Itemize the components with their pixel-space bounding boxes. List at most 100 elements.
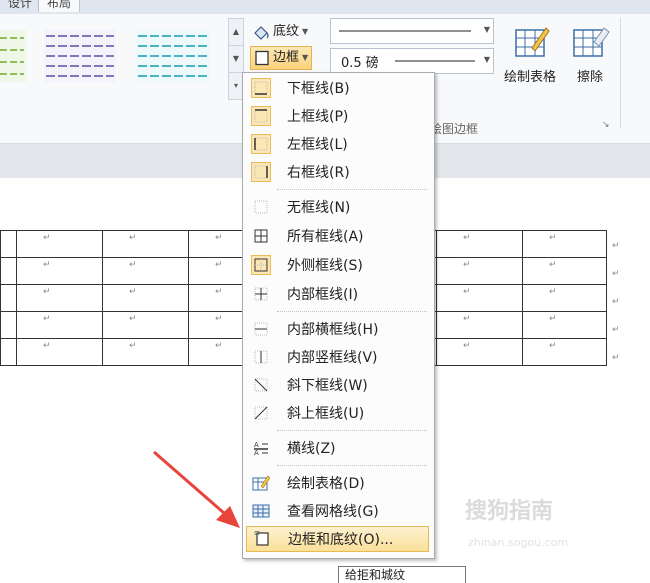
table-cell[interactable]: ↵ [436,311,523,339]
pen-style-line [339,30,471,32]
border-icon [255,50,269,66]
table-cell[interactable]: ↵ [436,230,523,258]
gallery-up-icon[interactable]: ▲ [229,19,243,45]
view-gridlines-icon [251,501,271,521]
table-cell[interactable]: ↵ [522,257,607,285]
menu-item-view-gridlines[interactable]: 查看网格线(G) [246,498,429,524]
table-cell[interactable]: ↵ [102,257,189,285]
border-dropdown-menu: 下框线(B) 上框线(P) 左框线(L) 右框线(R) 无框线(N) 所有框线(… [242,72,435,559]
draw-table-label: 绘制表格 [503,70,556,85]
pen-style-select[interactable]: ▼ [330,18,494,44]
table-cell[interactable]: ↵ [188,230,249,258]
borders-shading-icon [252,529,272,549]
shading-dropdown-icon: ▼ [302,27,309,36]
no-border-icon [251,197,271,217]
table-cell[interactable]: ↵ [436,257,523,285]
table-cell[interactable]: ↵ [188,338,249,366]
table-cell[interactable]: ↵ [188,284,249,312]
red-arrow-icon [153,450,240,528]
inside-vertical-border-icon [251,347,271,367]
left-border-icon [251,134,271,154]
menu-separator [277,311,427,312]
inside-borders-icon [251,284,271,304]
menu-item-all-borders[interactable]: 所有框线(A) [246,223,429,249]
menu-item-right-border[interactable]: 右框线(R) [246,159,429,185]
menu-item-borders-and-shading[interactable]: 边框和底纹(O)... [246,526,429,552]
table-cell[interactable]: ↵ [522,311,607,339]
menu-item-outside-borders[interactable]: 外侧框线(S) [246,252,429,278]
diagonal-up-border-icon [251,403,271,423]
table-cell[interactable]: ↵ [522,230,607,258]
menu-item-top-border[interactable]: 上框线(P) [246,103,429,129]
row-end-marks: ↵ ↵ ↵ ↵ ↵ [612,241,620,363]
all-borders-icon [251,226,271,246]
outside-borders-icon [251,255,271,275]
menu-item-inside-horizontal[interactable]: 内部横框线(H) [246,316,429,342]
table-style-thumb-cyan[interactable] [136,30,210,82]
menu-item-left-border[interactable]: 左框线(L) [246,131,429,157]
table-cell[interactable]: ↵ [102,311,189,339]
tab-layout[interactable]: 布局 [38,0,81,12]
menu-separator [277,189,427,190]
menu-item-diagonal-up[interactable]: 斜上框线(U) [246,400,429,426]
eraser-button[interactable]: 擦除 [568,22,612,92]
border-label: 边框 [273,50,300,65]
gallery-down-icon[interactable]: ▼ [229,45,243,73]
menu-separator [277,430,427,431]
eraser-label: 擦除 [576,70,603,85]
table-style-thumbnails [0,30,210,82]
menu-item-inside-borders[interactable]: 内部框线(I) [246,281,429,307]
draw-table-button[interactable]: 绘制表格 [500,22,560,92]
table-cell[interactable]: ↵ [16,311,103,339]
shading-bucket-icon [254,26,269,40]
shading-button[interactable]: 底纹 ▼ [252,22,308,42]
svg-text:A: A [254,441,259,449]
table-cell[interactable]: ↵ [188,311,249,339]
table-cell[interactable]: ↵ [436,338,523,366]
svg-text:A: A [254,449,259,456]
menu-item-bottom-border[interactable]: 下框线(B) [246,75,429,101]
border-button[interactable]: 边框 ▼ [250,46,313,70]
table-cell[interactable]: ↵ [188,257,249,285]
table-cell[interactable]: ↵ [522,338,607,366]
horizontal-line-icon: AA [251,438,271,458]
bottom-border-icon [251,78,271,98]
table-cell[interactable]: ↵ [16,230,103,258]
pen-weight-value: 0.5 磅 [341,56,379,71]
menu-item-diagonal-down[interactable]: 斜下框线(W) [246,372,429,398]
pen-weight-dropdown-icon[interactable]: ▼ [481,49,493,73]
table-cell[interactable]: ↵ [16,284,103,312]
draw-border-group-label: 绘图边框 [430,122,479,136]
table-cell[interactable]: ↵ [16,338,103,366]
table-cell[interactable]: ↵ [522,284,607,312]
menu-item-draw-table[interactable]: 绘制表格(D) [246,470,429,496]
border-dropdown-icon: ▼ [302,53,309,62]
menu-item-inside-vertical[interactable]: 内部竖框线(V) [246,344,429,370]
draw-table-icon [515,27,550,57]
menu-item-no-border[interactable]: 无框线(N) [246,194,429,220]
tab-design[interactable]: 设计 [0,0,40,12]
gallery-more-icon[interactable]: ▾ [229,73,243,99]
table-style-thumb-green[interactable] [0,30,26,82]
shading-label: 底纹 [273,24,300,39]
menu-item-horizontal-line[interactable]: AA 横线(Z) [246,435,429,461]
pen-weight-line [395,60,475,62]
watermark: 搜狗指南 [465,499,554,524]
table-cell[interactable]: ↵ [102,284,189,312]
table-cell[interactable]: ↵ [102,338,189,366]
eraser-icon [573,27,610,57]
right-border-icon [251,162,271,182]
top-border-icon [251,106,271,126]
draw-table-icon [251,473,271,493]
inside-horizontal-border-icon [251,319,271,339]
menu-separator [277,465,427,466]
watermark-url: zhinan.sogou.com [468,536,569,549]
table-style-thumb-purple[interactable] [44,30,116,82]
table-cell[interactable]: ↵ [102,230,189,258]
table-cell[interactable]: ↵ [16,257,103,285]
dialog-title-partial: 给拒和城纹 [338,566,466,583]
table-cell[interactable]: ↵ [436,284,523,312]
group-launcher-icon[interactable]: ↘ [602,120,610,130]
pen-style-dropdown-icon[interactable]: ▼ [481,19,493,43]
pen-weight-select[interactable]: 0.5 磅 ▼ [330,48,494,74]
